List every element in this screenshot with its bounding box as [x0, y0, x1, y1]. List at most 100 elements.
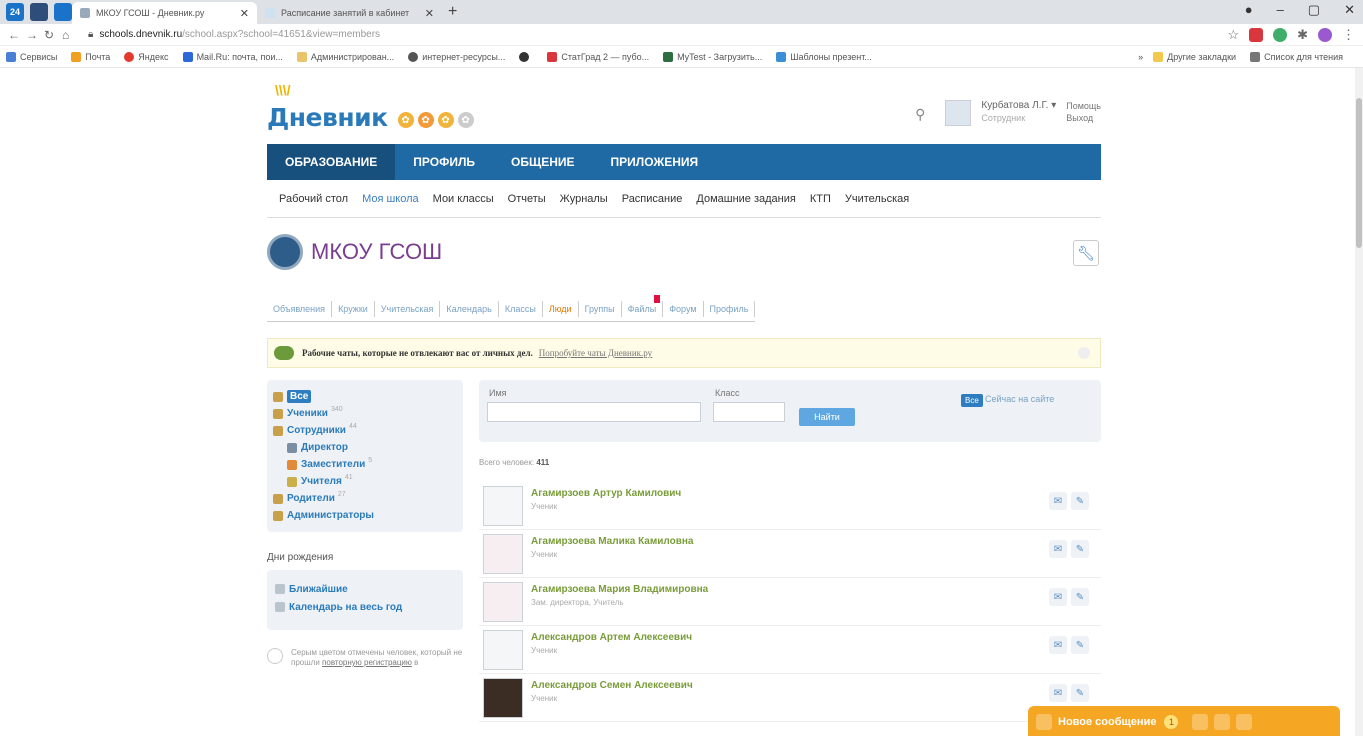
sub-nav-my-classes[interactable]: Мои классы	[433, 193, 494, 205]
sidebar-item[interactable]: Ученики 340	[273, 405, 457, 422]
filter-all-button[interactable]: Все	[961, 394, 983, 407]
sub-nav-my-school[interactable]: Моя школа	[362, 193, 419, 205]
sub-nav-reports[interactable]: Отчеты	[508, 193, 546, 205]
tab-close-icon[interactable]: ✕	[425, 7, 434, 20]
forward-icon[interactable]: →	[26, 28, 44, 42]
tab-teachers-room[interactable]: Учительская	[375, 300, 441, 317]
scrollbar-thumb[interactable]	[1356, 98, 1362, 248]
tab-groups[interactable]: Группы	[579, 300, 622, 317]
edit-icon[interactable]: ✎	[1071, 540, 1089, 558]
sub-nav-teachers-room[interactable]: Учительская	[845, 193, 909, 205]
bookmark-item[interactable]: СтатГрад 2 — пубо...	[547, 51, 649, 62]
bookmark-item[interactable]: Шаблоны презент...	[776, 51, 872, 62]
tab-announcements[interactable]: Объявления	[267, 300, 333, 317]
settings-icon[interactable]	[1214, 714, 1231, 730]
send-message-icon[interactable]: ✉	[1049, 636, 1067, 654]
badge-icon[interactable]: ✿	[397, 112, 414, 128]
birthdays-full-year[interactable]: Календарь на весь год	[275, 598, 455, 616]
extension-icon[interactable]	[1273, 27, 1288, 42]
other-bookmarks[interactable]: Другие закладки	[1153, 51, 1236, 62]
send-message-icon[interactable]: ✉	[1049, 492, 1067, 510]
pinned-tab[interactable]	[54, 3, 72, 21]
edit-icon[interactable]: ✎	[1071, 684, 1089, 702]
edit-icon[interactable]: ✎	[1071, 492, 1089, 510]
help-link[interactable]: Помощь	[1066, 100, 1101, 112]
filter-online-link[interactable]: Сейчас на сайте	[985, 394, 1054, 404]
badge-icon[interactable]: ✿	[437, 112, 454, 128]
person-avatar[interactable]	[483, 486, 523, 526]
address-bar[interactable]: 🔒︎ schools.dnevnik.ru /school.aspx?schoo…	[88, 26, 1217, 44]
settings-wrench-icon[interactable]: 🔧︎	[1073, 240, 1099, 266]
bookmark-item[interactable]: интернет-ресурсы...	[408, 51, 505, 62]
expand-icon[interactable]	[1192, 714, 1209, 730]
search-icon[interactable]: ⚲	[915, 106, 925, 123]
home-icon[interactable]: ⌂	[62, 28, 80, 42]
new-tab-icon[interactable]: +	[448, 3, 457, 21]
class-input[interactable]	[713, 402, 785, 422]
bookmark-item[interactable]: Почта	[71, 51, 110, 62]
menu-icon[interactable]: ⋮	[1342, 27, 1355, 43]
profile-icon[interactable]: ●	[1245, 2, 1253, 18]
sidebar-item[interactable]: Сотрудники 44	[273, 422, 457, 439]
logout-link[interactable]: Выход	[1066, 112, 1101, 124]
bookmark-item[interactable]: Яндекс	[124, 51, 169, 62]
tab-clubs[interactable]: Кружки	[332, 300, 375, 317]
reload-icon[interactable]: ↻	[44, 28, 62, 42]
new-message-bar[interactable]: Новое сообщение 1	[1028, 706, 1340, 736]
promo-link[interactable]: Попробуйте чаты Дневник.ру	[539, 348, 652, 358]
sub-nav-homework[interactable]: Домашние задания	[696, 193, 795, 205]
reading-list[interactable]: Список для чтения	[1250, 51, 1343, 62]
tab-classes[interactable]: Классы	[499, 300, 543, 317]
sidebar-item[interactable]: Администраторы	[273, 507, 457, 524]
tab-close-icon[interactable]: ✕	[240, 7, 249, 20]
name-input[interactable]	[487, 402, 701, 422]
avatar-icon[interactable]	[1318, 27, 1332, 42]
extensions-puzzle-icon[interactable]: ✱	[1297, 27, 1308, 43]
tab-calendar[interactable]: Календарь	[440, 300, 499, 317]
browser-tab[interactable]: Расписание занятий в кабинет ✕	[257, 2, 442, 24]
site-logo[interactable]: \\\/ Дневник ✿ ✿ ✿ ✿	[267, 82, 474, 132]
edit-icon[interactable]: ✎	[1071, 636, 1089, 654]
bookmark-item[interactable]: Администрирован...	[296, 51, 394, 62]
sidebar-item[interactable]: Заместители 5	[273, 456, 457, 473]
tab-people[interactable]: Люди	[543, 300, 579, 317]
close-window-icon[interactable]: ✕	[1344, 2, 1355, 18]
send-message-icon[interactable]: ✉	[1049, 684, 1067, 702]
bookmark-item[interactable]	[519, 51, 533, 62]
person-name[interactable]: Александров Артем Алексеевич	[531, 632, 692, 643]
person-name[interactable]: Агамирзоева Мария Владимировна	[531, 584, 708, 595]
person-avatar[interactable]	[483, 534, 523, 574]
pinned-tab[interactable]: 24	[6, 3, 24, 21]
main-nav-profile[interactable]: ПРОФИЛЬ	[395, 144, 493, 180]
more-bookmarks-icon[interactable]: »	[1138, 52, 1143, 62]
person-name[interactable]: Агамирзоев Артур Камилович	[531, 488, 681, 499]
tab-forum[interactable]: Форум	[663, 300, 704, 317]
user-menu[interactable]: Курбатова Л.Г. ▾ Сотрудник	[981, 100, 1056, 124]
person-name[interactable]: Агамирзоева Малика Камиловна	[531, 536, 694, 547]
pinned-tab[interactable]	[30, 3, 48, 21]
sub-nav-desktop[interactable]: Рабочий стол	[279, 193, 348, 205]
person-avatar[interactable]	[483, 678, 523, 718]
sub-nav-ktp[interactable]: КТП	[810, 193, 831, 205]
find-button[interactable]: Найти	[799, 408, 855, 426]
browser-tab-active[interactable]: МКОУ ГСОШ - Дневник.ру ✕	[72, 2, 257, 24]
main-nav-apps[interactable]: ПРИЛОЖЕНИЯ	[593, 144, 717, 180]
person-avatar[interactable]	[483, 630, 523, 670]
sidebar-item[interactable]: Учителя 41	[273, 473, 457, 490]
bookmark-item[interactable]: Сервисы	[6, 51, 57, 62]
close-icon[interactable]	[1078, 347, 1090, 359]
bookmark-item[interactable]: Mail.Ru: почта, пои...	[182, 51, 283, 62]
minimize-icon[interactable]: –	[1277, 2, 1284, 18]
extension-icon[interactable]	[1249, 27, 1264, 42]
tab-profile[interactable]: Профиль	[704, 300, 756, 317]
sidebar-item[interactable]: Родители 27	[273, 490, 457, 507]
person-name[interactable]: Александров Семен Алексеевич	[531, 680, 693, 691]
edit-icon[interactable]: ✎	[1071, 588, 1089, 606]
main-nav-communication[interactable]: ОБЩЕНИЕ	[493, 144, 593, 180]
sidebar-item[interactable]: Директор	[273, 439, 457, 456]
hint-link[interactable]: повторную регистрацию	[322, 658, 412, 667]
back-icon[interactable]: ←	[8, 28, 26, 42]
badge-icon[interactable]: ✿	[457, 112, 474, 128]
sidebar-item[interactable]: Все	[273, 388, 457, 405]
sub-nav-journals[interactable]: Журналы	[560, 193, 608, 205]
